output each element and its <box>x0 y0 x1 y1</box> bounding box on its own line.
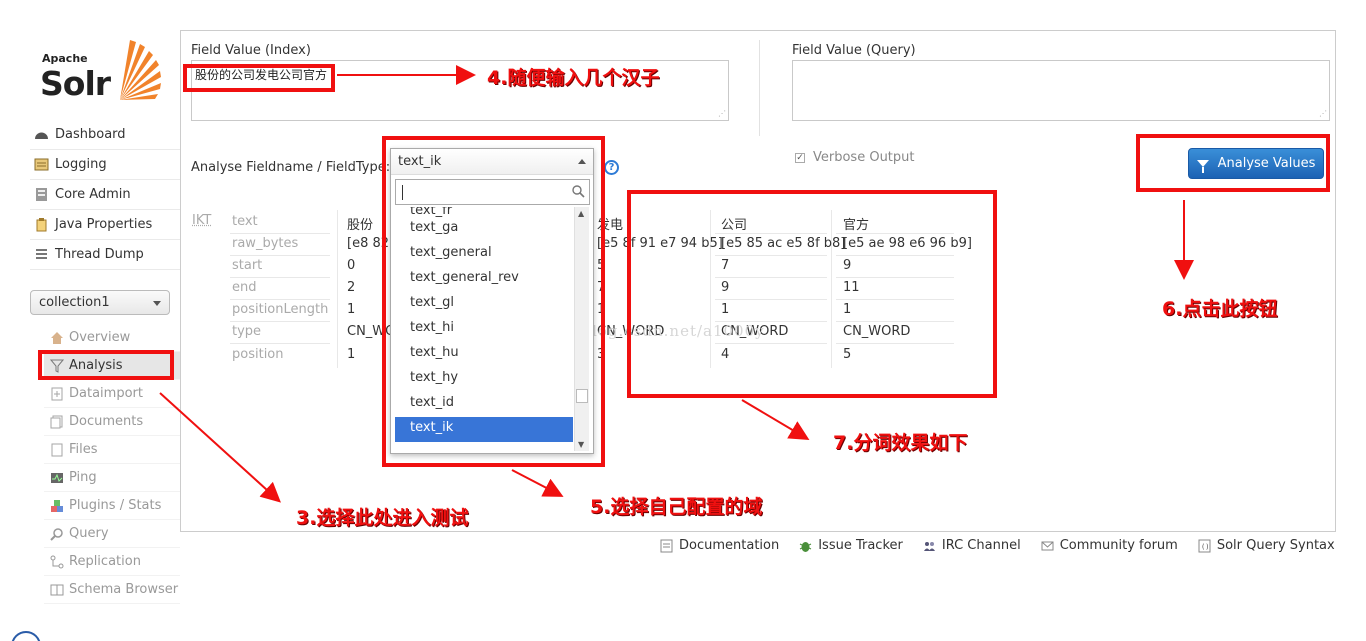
annotation-step-4: 4.随便输入几个汉子 <box>487 67 660 89</box>
annotation-step-6: 6.点击此按钮 <box>1162 298 1278 320</box>
annotation-step-7: 7.分词效果如下 <box>833 432 968 454</box>
globe-icon <box>11 631 41 641</box>
annotation-step-5: 5.选择自己配置的域 <box>590 496 763 518</box>
annotation-arrow-3 <box>159 392 281 503</box>
annotation-arrow-7 <box>741 399 810 441</box>
annotation-step-3: 3.选择此处进入测试 <box>296 507 469 529</box>
annotation-arrow-5 <box>511 469 564 497</box>
